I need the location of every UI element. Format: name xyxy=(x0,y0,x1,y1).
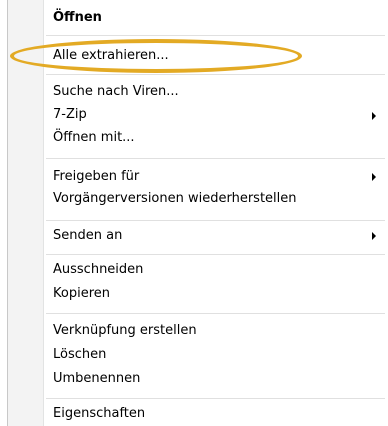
menu-item-open[interactable]: Öffnen xyxy=(53,7,387,29)
menu-item-create-shortcut[interactable]: Verknüpfung erstellen xyxy=(53,320,387,342)
icon-gutter xyxy=(8,0,45,426)
menu-item-properties[interactable]: Eigenschaften xyxy=(53,403,387,425)
submenu-arrow-icon xyxy=(372,173,376,181)
menu-item-rename[interactable]: Umbenennen xyxy=(53,368,387,390)
menu-separator xyxy=(46,74,385,76)
menu-separator xyxy=(46,398,385,400)
menu-item-open-with[interactable]: Öffnen mit... xyxy=(53,127,387,149)
menu-item-scan-viruses[interactable]: Suche nach Viren... xyxy=(53,81,387,103)
menu-separator xyxy=(46,35,385,37)
menu-separator xyxy=(46,220,385,222)
menu-separator xyxy=(46,254,385,256)
menu-item-copy[interactable]: Kopieren xyxy=(53,283,387,305)
menu-separator xyxy=(46,313,385,315)
menu-separator xyxy=(46,158,385,160)
menu-item-extract-all[interactable]: Alle extrahieren... xyxy=(53,45,387,67)
menu-item-restore-versions[interactable]: Vorgängerversionen wiederherstellen xyxy=(53,188,387,210)
submenu-arrow-icon xyxy=(372,232,376,240)
menu-item-send-to[interactable]: Senden an xyxy=(53,225,387,247)
menu-item-cut[interactable]: Ausschneiden xyxy=(53,259,387,281)
menu-item-7zip[interactable]: 7-Zip xyxy=(53,104,387,126)
menu-item-delete[interactable]: Löschen xyxy=(53,344,387,366)
context-menu: Öffnen Alle extrahieren... Suche nach Vi… xyxy=(7,0,387,426)
menu-item-share-with[interactable]: Freigeben für xyxy=(53,166,387,188)
submenu-arrow-icon xyxy=(372,112,376,120)
